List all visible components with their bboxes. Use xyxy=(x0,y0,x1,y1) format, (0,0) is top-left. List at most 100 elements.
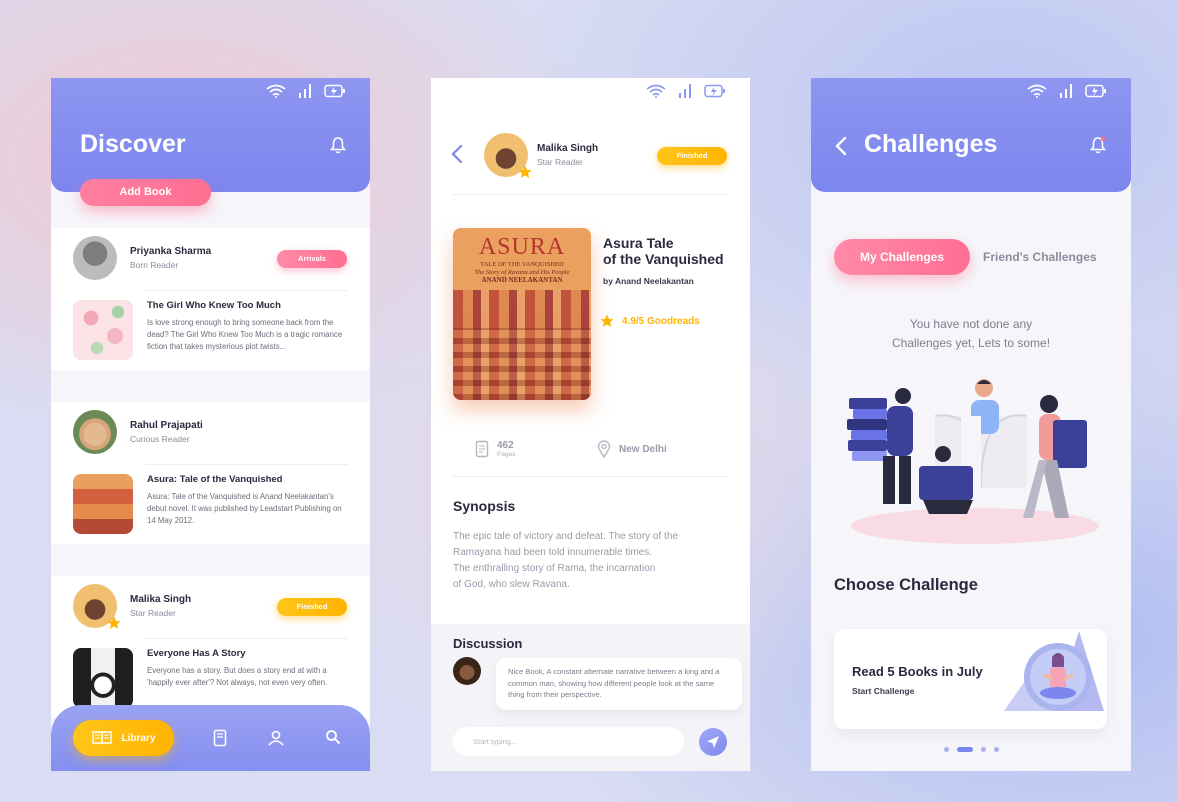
message-input[interactable] xyxy=(453,727,684,756)
book-title: Asura Tale of the Vanquished xyxy=(603,235,724,267)
book-thumbnail[interactable] xyxy=(73,648,133,708)
list-item[interactable]: The Girl Who Knew Too Much Is love stron… xyxy=(73,300,347,360)
search-icon[interactable] xyxy=(325,729,341,745)
avatar[interactable] xyxy=(73,410,117,454)
challenges-screen: Challenges My Challenges Friend's Challe… xyxy=(811,78,1131,771)
post-user: Rahul Prajapati Curious Reader xyxy=(73,410,203,454)
status-badge: Finished xyxy=(277,598,347,616)
nav-library-button[interactable]: Library xyxy=(73,720,174,756)
pages-value: 462 xyxy=(497,440,514,451)
send-button[interactable] xyxy=(699,728,727,756)
user-name[interactable]: Rahul Prajapati xyxy=(130,420,203,431)
pages-info: 462 Pages xyxy=(475,440,515,458)
avatar[interactable] xyxy=(484,133,532,178)
status-bar xyxy=(266,84,346,98)
cover-author: ANAND NEELAKANTAN xyxy=(481,276,563,284)
post-user: Malika Singh Star Reader xyxy=(73,584,191,629)
bell-icon[interactable] xyxy=(329,136,347,154)
library-icon xyxy=(91,731,112,745)
book-detail-screen: Malika Singh Star Reader Finished ASURA … xyxy=(431,78,750,771)
empty-state-message: You have not done any Challenges yet, Le… xyxy=(891,317,1051,350)
star-icon xyxy=(518,165,532,178)
comment-bubble: Nice Book, A constant alternate narrativ… xyxy=(496,658,742,710)
user-role: Born Reader xyxy=(130,260,179,270)
wifi-icon xyxy=(646,84,666,98)
book-icon[interactable] xyxy=(213,729,227,747)
pagination-dot[interactable] xyxy=(943,747,949,752)
status-badge: Arrivals xyxy=(277,250,347,268)
tab-friends-challenges[interactable]: Friend's Challenges xyxy=(983,250,1097,264)
post-user: Malika Singh Star Reader xyxy=(484,133,598,178)
signal-icon xyxy=(679,84,691,98)
divider xyxy=(453,194,728,195)
choose-challenge-title: Choose Challenge xyxy=(834,576,978,594)
bell-icon[interactable] xyxy=(1089,136,1107,154)
user-role: Star Reader xyxy=(130,608,176,618)
user-name[interactable]: Malika Singh xyxy=(537,143,598,154)
feed-card: Priyanka Sharma Born Reader Arrivals The… xyxy=(51,228,370,370)
rating-value: 4.9/5 Goodreads xyxy=(622,315,700,327)
book-cover[interactable]: ASURA TALE OF THE VANQUISHED The Story o… xyxy=(453,228,591,400)
wifi-icon xyxy=(266,84,286,98)
location-icon xyxy=(597,440,611,458)
challenge-card-title: Read 5 Books in July xyxy=(852,664,983,679)
back-icon[interactable] xyxy=(451,144,463,164)
synopsis-title: Synopsis xyxy=(453,498,516,514)
star-icon xyxy=(600,314,614,327)
user-icon[interactable] xyxy=(267,729,285,747)
synopsis-text: The epic tale of victory and defeat. The… xyxy=(453,531,678,590)
pagination-dot[interactable] xyxy=(980,747,986,752)
avatar[interactable] xyxy=(73,584,121,629)
meditation-illustration xyxy=(1004,631,1104,711)
book-title[interactable]: The Girl Who Knew Too Much xyxy=(147,300,347,311)
page-title: Challenges xyxy=(864,130,998,158)
book-title[interactable]: Everyone Has A Story xyxy=(147,648,347,659)
book-description: Is love strong enough to bring someone b… xyxy=(147,318,343,351)
user-role: Star Reader xyxy=(537,157,583,167)
wifi-icon xyxy=(1027,84,1047,98)
feed-card: Malika Singh Star Reader Finished Everyo… xyxy=(51,576,370,718)
rating: 4.9/5 Goodreads xyxy=(600,314,700,328)
book-description: Asura: Tale of the Vanquished is Anand N… xyxy=(147,492,342,525)
pagination-dot[interactable] xyxy=(956,747,973,752)
cover-subtitle: TALE OF THE VANQUISHED xyxy=(480,261,564,268)
back-icon[interactable] xyxy=(835,136,847,156)
user-role: Curious Reader xyxy=(130,434,190,444)
book-thumbnail[interactable] xyxy=(73,474,133,534)
reading-illustration xyxy=(847,379,1099,544)
challenges-header: Challenges xyxy=(811,78,1131,192)
tab-my-challenges[interactable]: My Challenges xyxy=(834,239,970,275)
pagination-dots xyxy=(811,747,1131,752)
battery-icon xyxy=(704,84,725,98)
user-name[interactable]: Malika Singh xyxy=(130,594,191,605)
discussion-title: Discussion xyxy=(453,636,523,651)
status-bar xyxy=(646,84,726,98)
discover-header: Discover xyxy=(51,78,370,192)
list-item[interactable]: Everyone Has A Story Everyone has a stor… xyxy=(73,648,347,708)
post-user: Priyanka Sharma Born Reader xyxy=(73,236,211,280)
book-thumbnail[interactable] xyxy=(73,300,133,360)
discover-screen: Discover Add Book Priyanka Sharma Born R… xyxy=(51,78,370,771)
book-author: by Anand Neelakantan xyxy=(603,276,694,286)
pagination-dot[interactable] xyxy=(993,747,999,752)
bottom-nav: Library xyxy=(51,705,370,771)
challenge-card[interactable]: Read 5 Books in July Start Challenge xyxy=(834,629,1107,729)
feed-card: Rahul Prajapati Curious Reader Asura: Ta… xyxy=(51,402,370,544)
divider xyxy=(145,464,348,465)
divider xyxy=(145,290,348,291)
divider xyxy=(453,476,728,477)
divider xyxy=(145,638,348,639)
add-book-button[interactable]: Add Book xyxy=(80,179,211,206)
nav-library-label: Library xyxy=(121,732,156,744)
list-item[interactable]: Asura: Tale of the Vanquished Asura: Tal… xyxy=(73,474,347,534)
signal-icon xyxy=(1060,84,1072,98)
user-name[interactable]: Priyanka Sharma xyxy=(130,246,211,257)
pages-label: Pages xyxy=(497,451,516,458)
avatar[interactable] xyxy=(73,236,117,280)
book-title[interactable]: Asura: Tale of the Vanquished xyxy=(147,474,347,485)
start-challenge-link[interactable]: Start Challenge xyxy=(852,686,914,696)
status-bar xyxy=(1027,84,1107,98)
pages-icon xyxy=(475,440,489,458)
status-badge: Finished xyxy=(657,147,727,165)
avatar[interactable] xyxy=(453,657,481,685)
